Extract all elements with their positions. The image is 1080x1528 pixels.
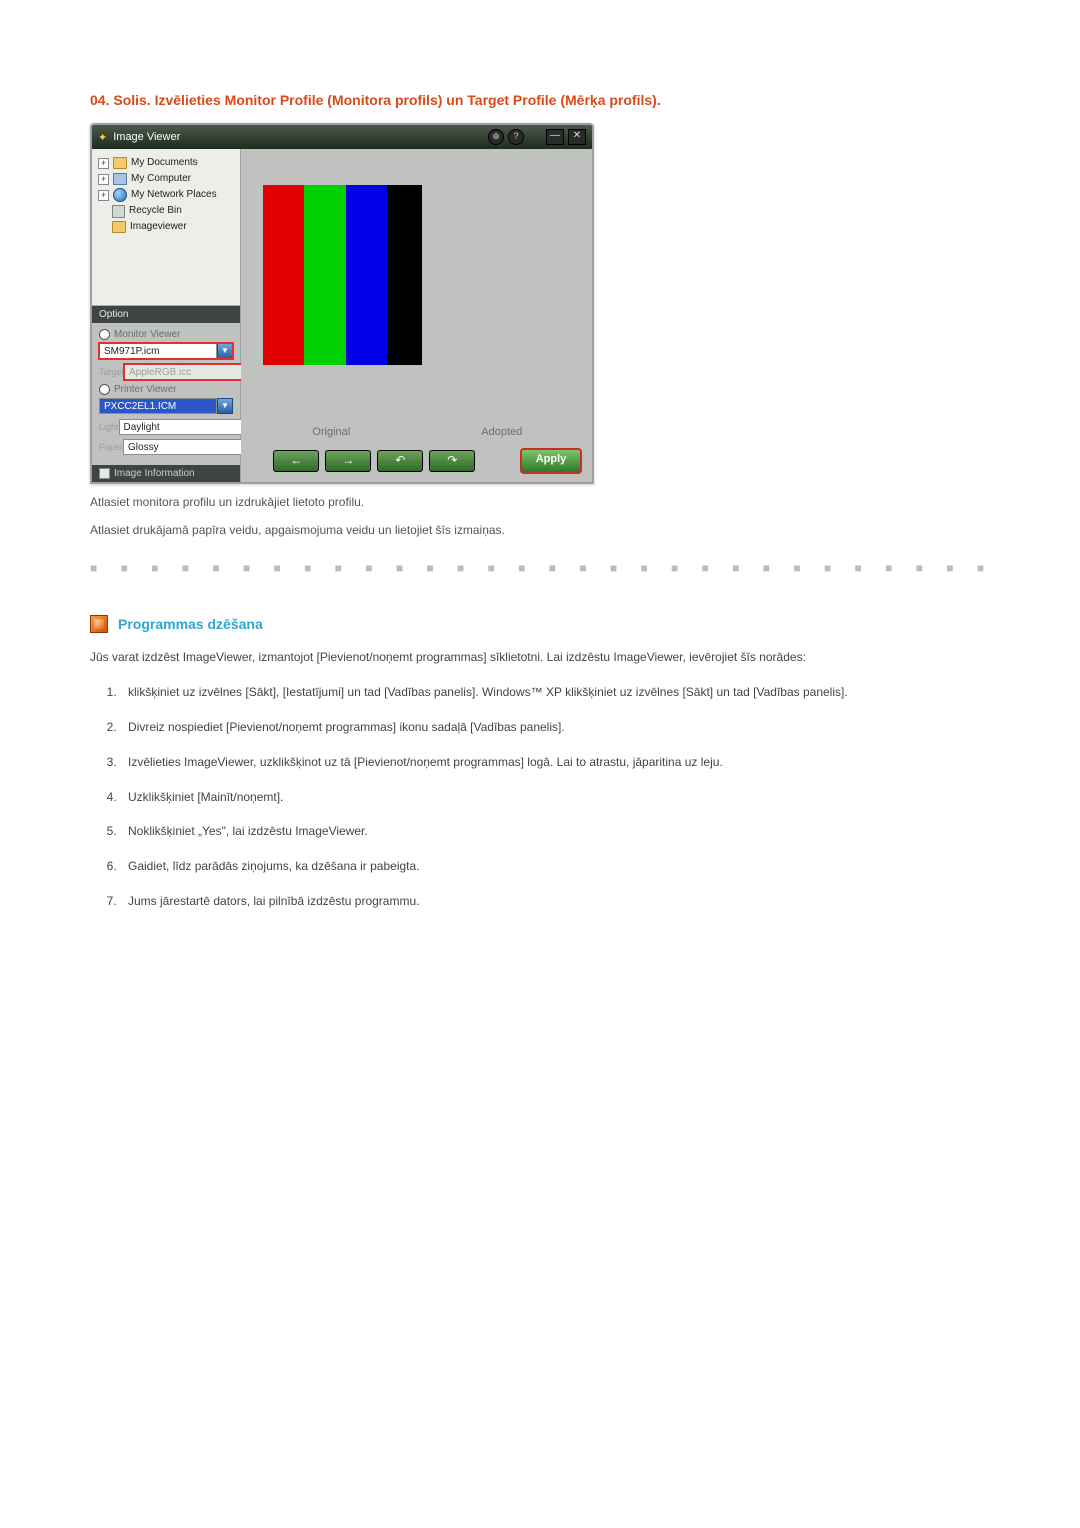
apply-button[interactable]: Apply [520,448,582,474]
section-icon [90,615,108,633]
monitor-profile-combo[interactable]: ▼ [99,343,233,359]
app-icon: ✦ [98,131,107,144]
list-item: klikšķiniet uz izvēlnes [Sākt], [Iestatī… [120,681,990,704]
back-button[interactable]: ← [273,450,319,472]
help-icon[interactable]: ? [508,129,524,145]
tree-item[interactable]: My Network Places [131,187,217,203]
expand-icon[interactable]: + [98,190,109,201]
monitor-viewer-label: Monitor Viewer [114,329,181,340]
target-label: Target [99,367,124,377]
redo-button[interactable]: ↷ [429,450,475,472]
folder-tree[interactable]: + My Documents + My Computer + My Network P… [92,149,240,306]
list-item: Gaidiet, līdz parādās ziņojums, ka dzēša… [120,855,990,878]
folder-icon [112,221,126,233]
radio-printer[interactable] [99,384,110,395]
network-icon [113,188,127,202]
monitor-profile-input[interactable] [99,343,217,359]
tree-item[interactable]: Imageviewer [130,219,187,235]
folder-icon [113,157,127,169]
printer-viewer-label: Printer Viewer [114,384,177,395]
preview-adopted: Adopted [422,159,583,444]
expand-icon[interactable]: + [98,158,109,169]
undo-button[interactable]: ↶ [377,450,423,472]
step-title: 04. Solis. Izvēlieties Monitor Profile (… [90,90,990,111]
divider-dots: ■ ■ ■ ■ ■ ■ ■ ■ ■ ■ ■ ■ ■ ■ ■ ■ ■ ■ ■ ■ … [90,561,990,575]
light-input[interactable] [119,419,261,435]
window-title: Image Viewer [113,131,180,143]
expand-icon[interactable]: + [98,174,109,185]
light-label: Light [99,422,119,432]
list-item: Noklikšķiniet „Yes", lai izdzēstu ImageV… [120,820,990,843]
chevron-down-icon[interactable]: ▼ [217,398,233,414]
list-item: Uzklikšķiniet [Mainīt/noņemt]. [120,786,990,809]
list-item: Jums jārestartē dators, lai pilnībā izdz… [120,890,990,913]
tree-item[interactable]: My Documents [131,155,198,171]
printer-profile-combo[interactable]: ▼ [99,398,233,414]
titlebar-button-a[interactable]: ⊕ [488,129,504,145]
chevron-down-icon[interactable]: ▼ [217,343,233,359]
caption-line-1: Atlasiet monitora profilu un izdrukājiet… [90,492,990,512]
paper-label: Paper [99,442,123,452]
section-title: Programmas dzēšana [118,616,263,632]
recyclebin-icon [112,205,125,218]
printer-profile-input[interactable] [99,398,217,414]
forward-button[interactable]: → [325,450,371,472]
computer-icon [113,173,127,185]
caption-line-2: Atlasiet drukājamā papīra veidu, apgaism… [90,520,990,540]
section-intro: Jūs varat izdzēst ImageViewer, izmantojo… [90,647,990,667]
minimize-button[interactable]: — [546,129,564,145]
tree-item[interactable]: My Computer [131,171,191,187]
option-header: Option [92,306,240,323]
image-info-footer[interactable]: Image Information [92,465,240,482]
close-button[interactable]: ✕ [568,129,586,145]
image-info-label: Image Information [114,468,195,479]
preview-original-label: Original [251,420,412,444]
list-item: Divreiz nospiediet [Pievienot/noņemt pro… [120,716,990,739]
list-item: Izvēlieties ImageViewer, uzklikšķinot uz… [120,751,990,774]
preview-adopted-label: Adopted [422,420,583,444]
color-bars [263,185,428,365]
option-panel: Monitor Viewer ▼ Target ▼ Printer Viewer [92,323,240,465]
radio-monitor[interactable] [99,329,110,340]
tree-item[interactable]: Recycle Bin [129,203,182,219]
imageviewer-window: ✦ Image Viewer ⊕ ? — ✕ + My Documents + My… [90,123,594,484]
window-titlebar: ✦ Image Viewer ⊕ ? — ✕ [92,125,592,149]
uninstall-steps: klikšķiniet uz izvēlnes [Sākt], [Iestatī… [90,681,990,913]
preview-original: Original [251,159,412,444]
checkbox-icon[interactable] [99,468,110,479]
left-panel: + My Documents + My Computer + My Network P… [92,149,241,482]
